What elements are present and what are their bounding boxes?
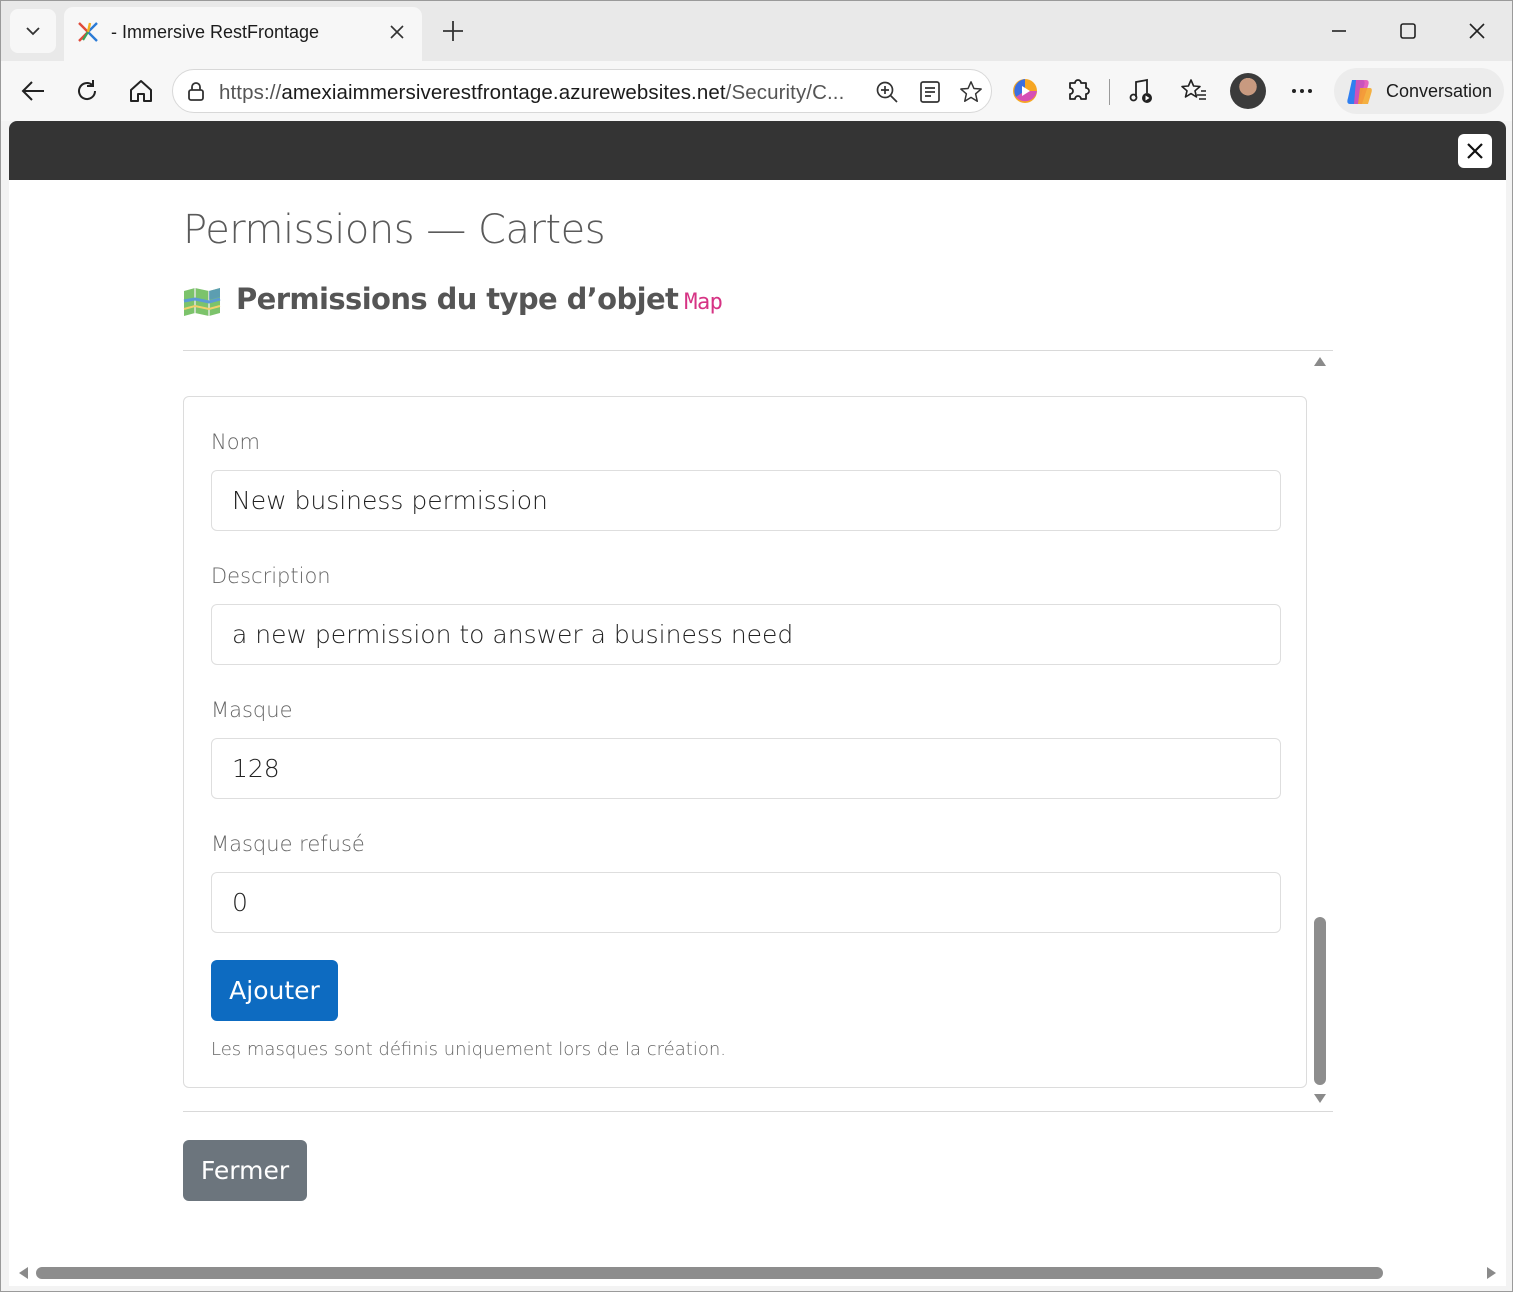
page-viewport: Permissions — Cartes Permissions du type… xyxy=(9,121,1506,1286)
name-field[interactable] xyxy=(211,470,1281,531)
denied-mask-field[interactable] xyxy=(211,872,1281,933)
home-icon[interactable] xyxy=(125,75,157,107)
url-scheme: https:// xyxy=(219,81,282,104)
map-icon xyxy=(183,288,221,316)
reader-icon[interactable] xyxy=(918,80,942,104)
denied-mask-label: Masque refusé xyxy=(211,832,365,856)
url-text[interactable]: https://amexiaimmersiverestfrontage.azur… xyxy=(219,81,844,105)
favorites-icon[interactable] xyxy=(1178,75,1210,107)
close-button[interactable]: Fermer xyxy=(183,1140,307,1201)
minimize-icon[interactable] xyxy=(1324,16,1354,46)
lock-icon[interactable] xyxy=(185,80,207,102)
scroll-right-arrow[interactable] xyxy=(1487,1267,1496,1279)
extension-icon[interactable] xyxy=(1009,75,1041,107)
horizontal-scrollbar-thumb[interactable] xyxy=(36,1267,1383,1279)
copilot-conversation-button[interactable]: Conversation xyxy=(1334,68,1504,114)
add-permission-card: Nom Description Masque Masque refusé Ajo… xyxy=(183,396,1307,1088)
maximize-icon[interactable] xyxy=(1393,16,1423,46)
page-title: Permissions — Cartes xyxy=(183,207,606,253)
copilot-icon xyxy=(1347,80,1372,104)
description-field[interactable] xyxy=(211,604,1281,665)
profile-avatar[interactable] xyxy=(1230,73,1266,109)
name-label: Nom xyxy=(211,430,261,454)
chevron-down-icon xyxy=(26,27,40,36)
object-type-code: Map xyxy=(684,290,723,315)
toolbar-divider xyxy=(1109,79,1110,105)
scroll-up-arrow[interactable] xyxy=(1314,357,1326,366)
plus-icon[interactable] xyxy=(438,16,468,46)
section-heading-text: Permissions du type d’objet xyxy=(236,282,679,316)
scroll-down-arrow[interactable] xyxy=(1314,1094,1326,1103)
description-label: Description xyxy=(211,564,331,588)
app-favicon-icon xyxy=(78,22,98,42)
tab-title: - Immersive RestFrontage xyxy=(111,22,320,42)
tab-list-button[interactable] xyxy=(10,9,56,53)
add-button[interactable]: Ajouter xyxy=(211,960,338,1021)
zoom-icon[interactable] xyxy=(875,80,899,104)
conversation-label: Conversation xyxy=(1386,81,1493,101)
close-window-icon[interactable] xyxy=(1462,16,1492,46)
section-heading: Permissions du type d’objet Map xyxy=(236,282,723,316)
tab-bar: - Immersive RestFrontage xyxy=(1,1,1512,61)
vertical-scrollbar-thumb[interactable] xyxy=(1314,917,1326,1085)
active-tab[interactable]: - Immersive RestFrontage xyxy=(64,7,422,61)
modal-header-bar xyxy=(9,121,1506,180)
mask-label: Masque xyxy=(211,698,293,722)
puzzle-icon[interactable] xyxy=(1063,75,1095,107)
browser-window: - Immersive RestFrontage https://amexiai… xyxy=(0,0,1513,1292)
address-bar[interactable]: https://amexiaimmersiverestfrontage.azur… xyxy=(172,69,992,113)
close-tab-icon[interactable] xyxy=(386,21,408,43)
refresh-icon[interactable] xyxy=(71,75,103,107)
mask-note: Les masques sont définis uniquement lors… xyxy=(211,1039,726,1060)
url-host: amexiaimmersiverestfrontage.azurewebsite… xyxy=(281,81,726,104)
url-path: /Security/C... xyxy=(725,81,845,104)
scroll-left-arrow[interactable] xyxy=(19,1267,28,1279)
more-icon[interactable] xyxy=(1286,75,1318,107)
media-icon[interactable] xyxy=(1125,75,1157,107)
form-scroll-area[interactable]: Nom Description Masque Masque refusé Ajo… xyxy=(183,351,1333,1111)
close-modal-icon[interactable] xyxy=(1458,134,1492,168)
star-icon[interactable] xyxy=(959,80,983,104)
browser-toolbar: https://amexiaimmersiverestfrontage.azur… xyxy=(1,61,1512,121)
back-icon[interactable] xyxy=(17,75,49,107)
divider-bottom xyxy=(183,1111,1333,1112)
mask-field[interactable] xyxy=(211,738,1281,799)
